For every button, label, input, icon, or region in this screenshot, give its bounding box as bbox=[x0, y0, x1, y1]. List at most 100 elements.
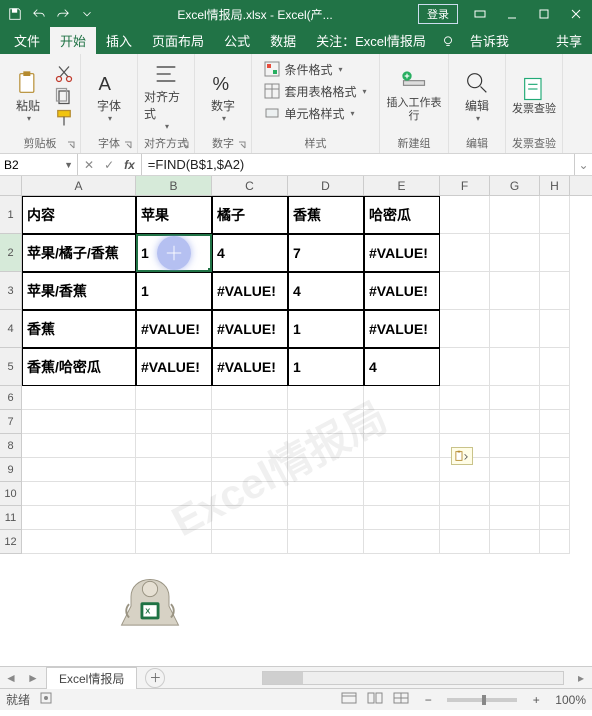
table-format-button[interactable]: 套用表格格式▾ bbox=[264, 80, 366, 102]
row-header-3[interactable]: 3 bbox=[0, 272, 22, 310]
login-button[interactable]: 登录 bbox=[418, 4, 458, 24]
scroll-right-icon[interactable]: ▸ bbox=[570, 667, 592, 689]
tab-tellme[interactable]: 告诉我 bbox=[460, 27, 519, 54]
cell-D5[interactable]: 1 bbox=[288, 348, 364, 386]
save-icon[interactable] bbox=[4, 3, 26, 25]
cell-A5[interactable]: 香蕉/哈密瓜 bbox=[22, 348, 136, 386]
close-icon[interactable] bbox=[560, 0, 592, 28]
cell-C1[interactable]: 橘子 bbox=[212, 196, 288, 234]
macro-record-icon[interactable] bbox=[40, 692, 52, 707]
cell-B3[interactable]: 1 bbox=[136, 272, 212, 310]
tab-home[interactable]: 开始 bbox=[50, 27, 96, 54]
expand-formula-icon[interactable]: ⌄ bbox=[574, 154, 592, 175]
tab-attention[interactable]: 关注：Excel情报局 bbox=[306, 27, 436, 54]
cell-A4[interactable]: 香蕉 bbox=[22, 310, 136, 348]
minimize-icon[interactable] bbox=[496, 0, 528, 28]
cell-D2[interactable]: 7 bbox=[288, 234, 364, 272]
cell-C5[interactable]: #VALUE! bbox=[212, 348, 288, 386]
namebox-dropdown-icon[interactable]: ▼ bbox=[64, 160, 73, 170]
row-header-9[interactable]: 9 bbox=[0, 458, 22, 482]
tab-share[interactable]: 共享 bbox=[546, 27, 592, 54]
col-header-G[interactable]: G bbox=[490, 176, 540, 195]
cell-A1[interactable]: 内容 bbox=[22, 196, 136, 234]
row-header-10[interactable]: 10 bbox=[0, 482, 22, 506]
tab-data[interactable]: 数据 bbox=[260, 27, 306, 54]
cell-E3[interactable]: #VALUE! bbox=[364, 272, 440, 310]
cell-E5[interactable]: 4 bbox=[364, 348, 440, 386]
name-box[interactable]: ▼ bbox=[0, 154, 78, 175]
cancel-formula-icon[interactable]: ✕ bbox=[84, 158, 94, 172]
row-header-6[interactable]: 6 bbox=[0, 386, 22, 410]
dialog-launcher-icon[interactable] bbox=[237, 140, 247, 150]
cut-icon[interactable] bbox=[54, 64, 74, 84]
cell-A2[interactable]: 苹果/橘子/香蕉 bbox=[22, 234, 136, 272]
view-normal-icon[interactable] bbox=[341, 692, 357, 707]
alignment-button[interactable]: 对齐方式▾ bbox=[144, 60, 188, 131]
editing-button[interactable]: 编辑▾ bbox=[455, 69, 499, 123]
dialog-launcher-icon[interactable] bbox=[66, 140, 76, 150]
tab-formulas[interactable]: 公式 bbox=[214, 27, 260, 54]
cell-E1[interactable]: 哈密瓜 bbox=[364, 196, 440, 234]
select-all-corner[interactable] bbox=[0, 176, 22, 195]
col-header-B[interactable]: B bbox=[136, 176, 212, 195]
insert-row-button[interactable]: 插入工作表行 bbox=[386, 69, 442, 121]
view-pagebreak-icon[interactable] bbox=[393, 692, 409, 707]
name-box-input[interactable] bbox=[4, 158, 58, 172]
row-header-11[interactable]: 11 bbox=[0, 506, 22, 530]
cell-style-button[interactable]: 单元格样式▾ bbox=[264, 102, 354, 124]
row-header-1[interactable]: 1 bbox=[0, 196, 22, 234]
cell-B5[interactable]: #VALUE! bbox=[136, 348, 212, 386]
row-header-2[interactable]: 2 bbox=[0, 234, 22, 272]
zoom-slider[interactable] bbox=[447, 698, 517, 702]
paste-options-button[interactable] bbox=[451, 447, 473, 465]
cell-A3[interactable]: 苹果/香蕉 bbox=[22, 272, 136, 310]
cell-D3[interactable]: 4 bbox=[288, 272, 364, 310]
maximize-icon[interactable] bbox=[528, 0, 560, 28]
tab-insert[interactable]: 插入 bbox=[96, 27, 142, 54]
sheet-tab[interactable]: Excel情报局 bbox=[46, 667, 137, 689]
ribbon-display-icon[interactable] bbox=[464, 0, 496, 28]
invoice-button[interactable]: 发票查验 bbox=[512, 75, 556, 115]
view-layout-icon[interactable] bbox=[367, 692, 383, 707]
redo-icon[interactable] bbox=[52, 3, 74, 25]
undo-icon[interactable] bbox=[28, 3, 50, 25]
col-header-E[interactable]: E bbox=[364, 176, 440, 195]
cell-C3[interactable]: #VALUE! bbox=[212, 272, 288, 310]
row-header-4[interactable]: 4 bbox=[0, 310, 22, 348]
cell-C2[interactable]: 4 bbox=[212, 234, 288, 272]
cell-D4[interactable]: 1 bbox=[288, 310, 364, 348]
cell-E2[interactable]: #VALUE! bbox=[364, 234, 440, 272]
sheet-nav-prev-icon[interactable]: ◄ bbox=[0, 667, 22, 689]
horizontal-scrollbar[interactable] bbox=[262, 671, 565, 685]
col-header-F[interactable]: F bbox=[440, 176, 490, 195]
enter-formula-icon[interactable]: ✓ bbox=[104, 158, 114, 172]
col-header-C[interactable]: C bbox=[212, 176, 288, 195]
zoom-out-button[interactable]: − bbox=[419, 693, 437, 707]
conditional-format-button[interactable]: 条件格式▾ bbox=[264, 58, 342, 80]
cell-B1[interactable]: 苹果 bbox=[136, 196, 212, 234]
font-button[interactable]: A字体▾ bbox=[87, 69, 131, 123]
number-button[interactable]: %数字▾ bbox=[201, 69, 245, 123]
dialog-launcher-icon[interactable] bbox=[123, 140, 133, 150]
qat-dropdown-icon[interactable] bbox=[76, 3, 98, 25]
col-header-D[interactable]: D bbox=[288, 176, 364, 195]
formula-input[interactable]: =FIND(B$1,$A2) bbox=[142, 154, 574, 175]
tab-file[interactable]: 文件 bbox=[4, 27, 50, 54]
paste-button[interactable]: 粘贴▾ bbox=[6, 69, 50, 123]
cell-B4[interactable]: #VALUE! bbox=[136, 310, 212, 348]
copy-icon[interactable] bbox=[54, 86, 74, 106]
row-header-8[interactable]: 8 bbox=[0, 434, 22, 458]
fx-icon[interactable]: fx bbox=[124, 158, 135, 172]
row-header-7[interactable]: 7 bbox=[0, 410, 22, 434]
sheet-nav-next-icon[interactable]: ► bbox=[22, 667, 44, 689]
cell-B2[interactable]: 1 bbox=[136, 234, 212, 272]
row-header-5[interactable]: 5 bbox=[0, 348, 22, 386]
zoom-in-button[interactable]: + bbox=[527, 693, 545, 707]
cell-E4[interactable]: #VALUE! bbox=[364, 310, 440, 348]
cell-D1[interactable]: 香蕉 bbox=[288, 196, 364, 234]
cell-C4[interactable]: #VALUE! bbox=[212, 310, 288, 348]
format-painter-icon[interactable] bbox=[54, 108, 74, 128]
zoom-level[interactable]: 100% bbox=[555, 693, 586, 707]
tab-layout[interactable]: 页面布局 bbox=[142, 27, 214, 54]
dialog-launcher-icon[interactable] bbox=[180, 140, 190, 150]
